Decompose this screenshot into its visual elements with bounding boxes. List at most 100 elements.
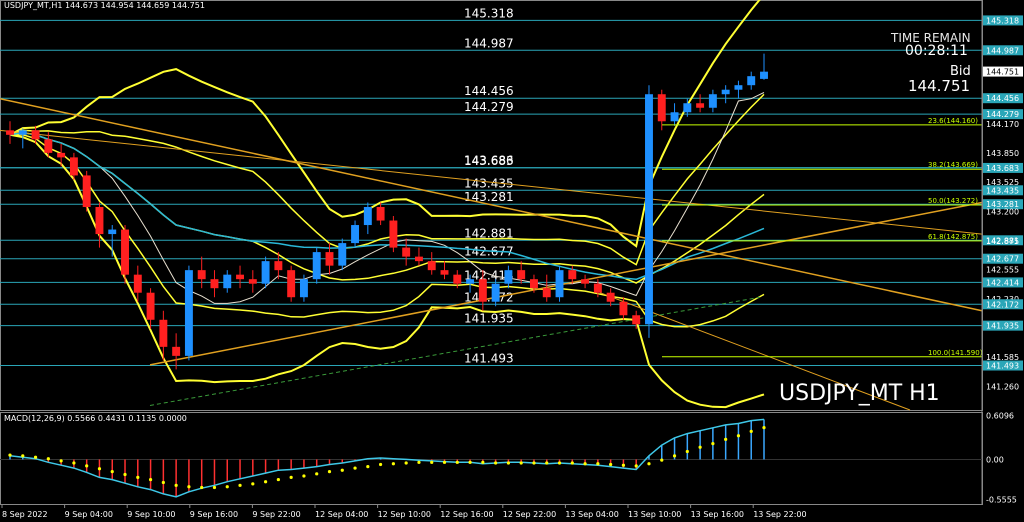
candle-body: [299, 279, 308, 298]
candle-body: [261, 261, 270, 284]
price-tick-label: 142.875: [986, 237, 1019, 246]
candle-body: [517, 270, 526, 280]
candle-body: [210, 279, 219, 289]
macd-tick-label: -0.5555: [986, 495, 1017, 504]
candle-body: [69, 157, 78, 176]
macd-signal-dot: [353, 466, 357, 470]
candle-body: [159, 319, 168, 347]
macd-signal-dot: [736, 434, 741, 438]
price-axis: 145.318 144.987 144.751 144.456 144.279144.1…: [981, 0, 1023, 504]
candle-body: [747, 76, 756, 86]
macd-signal-dot: [123, 472, 127, 477]
candle-body: [121, 229, 129, 275]
macd-signal-dot: [187, 485, 191, 489]
macd-signal-dot: [442, 460, 447, 464]
macd-signal-dot: [340, 468, 344, 472]
candle-body: [44, 139, 53, 153]
time-remain-value: 00:28:11: [905, 43, 968, 59]
macd-signal-dot: [161, 480, 165, 485]
price-tick-label: 144.170: [986, 120, 1019, 129]
candle-body: [453, 274, 462, 284]
macd-signal-dot: [749, 429, 753, 434]
candle-body: [760, 71, 768, 79]
fib-label: 38.2(143.669): [928, 161, 978, 169]
time-tick-label: 13 Sep 22:00: [753, 510, 806, 519]
time-tick-label: 13 Sep 16:00: [691, 510, 744, 519]
macd-signal-dot: [506, 461, 511, 465]
macd-signal-dot: [621, 463, 626, 467]
time-tick-label: 12 Sep 10:00: [378, 510, 431, 519]
candle-body: [696, 103, 705, 108]
price-tick-label: 142.677: [986, 255, 1019, 264]
macd-signal-dot: [315, 472, 319, 476]
macd-signal-dot: [430, 460, 434, 464]
candle-body: [581, 279, 590, 284]
candle-body: [363, 207, 372, 226]
macd-signal-dot: [545, 461, 549, 465]
macd-signal-dot: [302, 474, 306, 478]
candle-body: [708, 94, 717, 108]
macd-tick-label: 0.6096: [986, 412, 1014, 421]
macd-signal-dot: [557, 461, 562, 465]
macd-signal-dot: [225, 485, 229, 489]
candle-body: [402, 247, 411, 257]
candle-body: [236, 274, 244, 280]
level-label: 145.318: [464, 6, 514, 20]
macd-signal-dot: [609, 462, 613, 467]
candle-body: [491, 283, 500, 302]
candle-body: [325, 252, 334, 266]
time-tick-label: 9 Sep 10:00: [127, 510, 175, 519]
macd-signal-dot: [289, 475, 293, 480]
macd-panel-border: [0, 412, 983, 505]
symbol-watermark: USDJPY_MT H1: [779, 381, 940, 406]
candle-body: [376, 207, 385, 221]
time-axis: 8 Sep 2022 9 Sep 04:00 9 Sep 10:00 9 Sep 16…: [1, 504, 807, 519]
price-tick-label: 141.493: [986, 362, 1019, 371]
macd-signal-dot: [596, 462, 600, 466]
macd-signal-dot: [21, 454, 25, 458]
price-tick-label: 141.260: [986, 383, 1019, 392]
candle-body: [440, 270, 449, 275]
time-tick-label: 12 Sep 04:00: [315, 510, 368, 519]
price-chart[interactable]: 145.318144.987144.456144.279143.686143.6…: [0, 0, 1024, 522]
candle-body: [632, 315, 641, 325]
macd-signal-dot: [647, 462, 651, 466]
trendline-dashed: [149, 296, 761, 406]
candle-body: [108, 229, 117, 235]
macd-signal-dot: [672, 454, 677, 458]
price-tick-label: 143.850: [986, 149, 1019, 158]
candle-body: [18, 130, 27, 135]
candle-body: [172, 346, 181, 356]
level-label: 141.935: [464, 312, 514, 326]
candle-body: [542, 288, 551, 298]
macd-signal-dot: [391, 462, 395, 466]
candle-body: [133, 274, 142, 293]
time-tick-label: 8 Sep 2022: [2, 510, 48, 519]
macd-signal-dot: [59, 459, 63, 463]
macd-signal-dot: [136, 475, 140, 480]
price-tick-label: 145.318: [986, 16, 1019, 25]
level-label: 144.279: [464, 100, 514, 114]
candle-body: [6, 130, 14, 135]
bid-value: 144.751: [908, 77, 971, 95]
price-tick-label: 141.935: [986, 322, 1019, 331]
macd-signal-dot: [481, 460, 485, 464]
time-tick-label: 12 Sep 22:00: [503, 510, 556, 519]
candle-body: [466, 279, 475, 284]
macd-signal-dot: [762, 425, 766, 430]
candle-body: [619, 301, 628, 316]
macd-tick-label: 0.00: [986, 455, 1004, 464]
macd-signal-dot: [494, 461, 498, 465]
macd-signal-dot: [455, 460, 459, 464]
macd-signal-dot: [97, 467, 102, 471]
candle-body: [721, 89, 730, 95]
price-tick-label: 144.751: [986, 68, 1019, 77]
macd-signal-dot: [8, 453, 12, 457]
candle-body: [478, 279, 487, 302]
macd-signal-dot: [711, 442, 715, 446]
price-tick-label: 142.555: [986, 266, 1019, 275]
macd-signal-dot: [238, 483, 242, 487]
macd-signal-dot: [251, 482, 255, 486]
macd-signal-dot: [72, 461, 76, 465]
price-tick-label: 144.987: [986, 46, 1019, 55]
